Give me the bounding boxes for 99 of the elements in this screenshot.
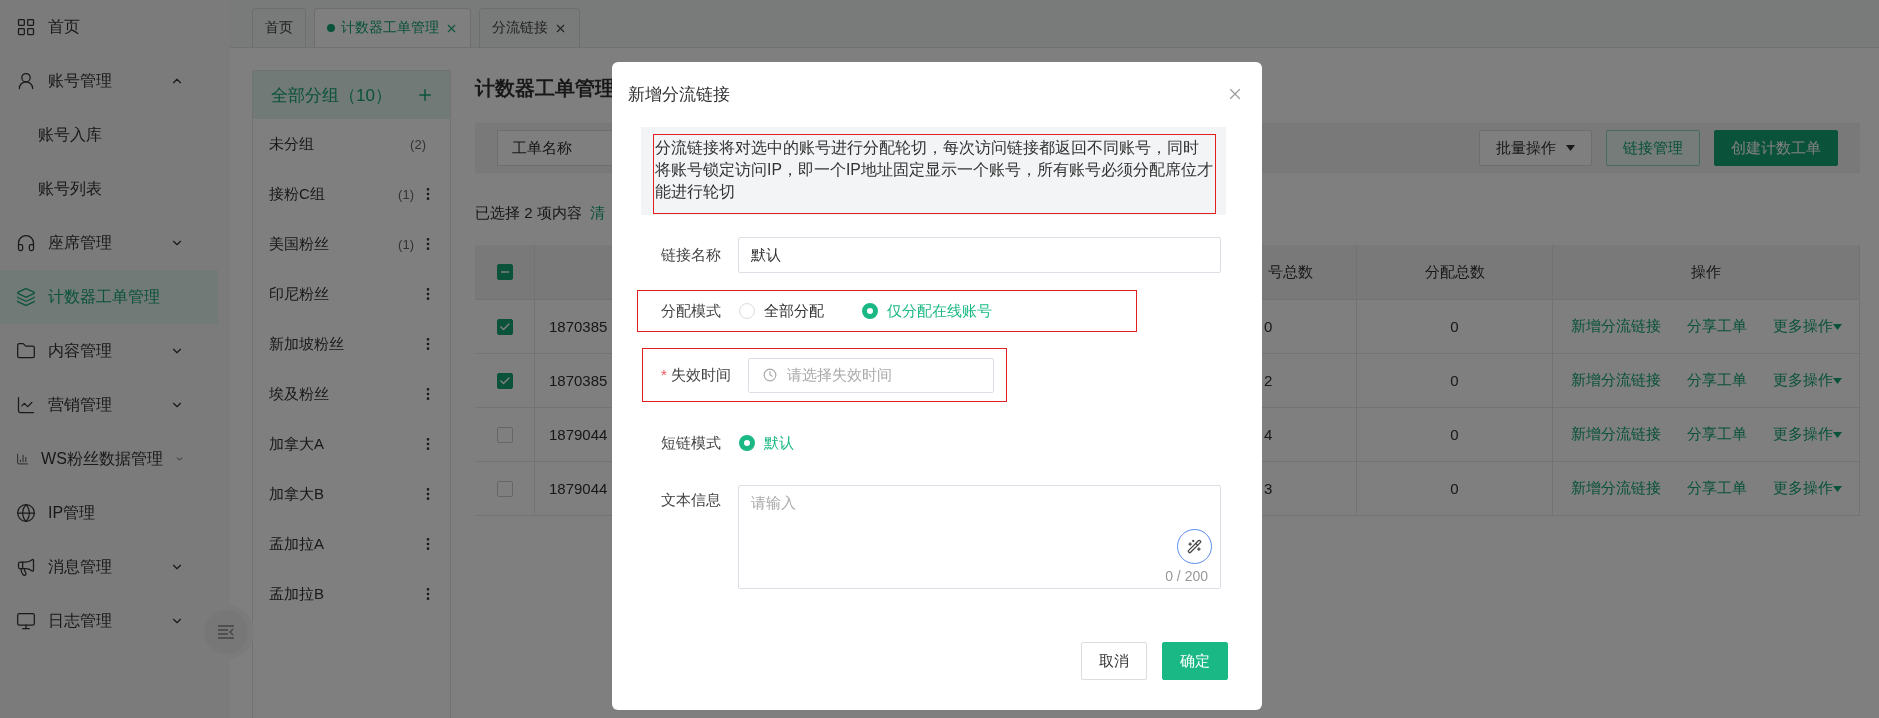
sidebar-item[interactable]: 座席管理 [0,216,218,270]
checkbox[interactable] [496,264,513,280]
group-item[interactable]: 未分组 (2) [253,119,450,169]
field-label: 文本信息 [661,491,722,510]
field-label: 分配模式 [661,301,722,321]
user-icon [16,71,36,91]
action-link[interactable]: 分享工单 [1686,425,1747,444]
radio-option[interactable]: 全部分配 [739,301,824,321]
clear-link[interactable]: 清 [589,203,605,223]
input-field[interactable]: 默认 [738,237,1221,273]
group-item[interactable]: 接粉C组 (1) [253,169,450,219]
tab[interactable]: 首页 [252,8,306,47]
action-link[interactable]: 分享工单 [1686,317,1747,336]
char-counter: 0 / 200 [1165,568,1208,584]
tab[interactable]: 分流链接 [479,8,580,47]
clock-icon [763,368,777,382]
sidebar-item[interactable]: IP管理 [0,486,218,540]
table-cell: 1870385 [549,318,608,335]
caret-icon [1832,323,1842,330]
radio-option[interactable]: 仅分配在线账号 [862,301,992,321]
action-link[interactable]: 新增分流链接 [1570,425,1661,444]
action-link[interactable]: 更多操作 [1772,479,1842,498]
selection-count: 已选择 2 项内容 [475,203,582,223]
dot-icon [327,24,335,32]
sidebar-item[interactable]: WS粉丝数据管理 [0,432,218,486]
sidebar-item[interactable]: 消息管理 [0,540,218,594]
caret-icon [1832,431,1842,438]
sidebar-item[interactable]: 计数器工单管理 [0,270,218,324]
headset-icon [16,233,36,253]
table-cell: 0 [1450,318,1459,335]
sidebar-item[interactable]: 营销管理 [0,378,218,432]
group-item[interactable]: 加拿大B [253,469,450,519]
button[interactable]: 链接管理 [1606,130,1700,166]
action-link[interactable]: 新增分流链接 [1570,479,1661,498]
collapse-icon [217,624,235,640]
checkbox[interactable] [496,480,513,497]
table-cell: 2 [1264,372,1273,389]
line-chart-icon [16,395,36,415]
column-header: 分配总数 [1424,262,1485,282]
text-area[interactable]: 请输入 0 / 200 [738,485,1221,589]
tab[interactable]: 计数器工单管理 [314,8,471,47]
action-link[interactable]: 分享工单 [1686,371,1747,390]
table-cell: 0 [1450,480,1459,497]
group-item[interactable]: 埃及粉丝 [253,369,450,419]
group-item[interactable]: 全部分组（10） [253,71,450,119]
sidebar-subitem[interactable]: 账号列表 [0,162,218,216]
globe-icon [16,503,36,523]
dropdown-button[interactable]: 批量操作 [1479,130,1592,166]
table-cell: 0 [1450,372,1459,389]
magic-wand-icon [1187,539,1202,554]
group-item[interactable]: 加拿大A [253,419,450,469]
group-item[interactable]: 孟加拉B [253,569,450,619]
caret-icon [1566,145,1575,151]
magic-pen-button[interactable] [1177,529,1212,564]
group-item[interactable]: 孟加拉A [253,519,450,569]
column-header: 操作 [1691,262,1721,282]
action-link[interactable]: 新增分流链接 [1570,317,1661,336]
caret-icon [1832,377,1842,384]
date-field[interactable]: 请选择失效时间 [748,357,994,393]
notice-text: 分流链接将对选中的账号进行分配轮切，每次访问链接都返回不同账号，同时将账号锁定访问IP，即一个IP地址固定显示一个账号，所有账号必须分配席位才能进行轮切 [653,134,1216,214]
table-cell: 1879044 [549,426,608,443]
folder-icon [16,341,36,361]
sidebar-subitem[interactable]: 账号入库 [0,108,218,162]
table-cell: 0 [1450,426,1459,443]
checkbox[interactable] [496,426,513,443]
field-label: 链接名称 [661,245,722,265]
confirm-button[interactable]: 确定 [1162,642,1228,680]
check-icon [498,374,511,387]
group-item[interactable]: 美国粉丝 (1) [253,219,450,269]
column-header: 号总数 [1268,262,1313,282]
field-label: * 失效时间 [661,365,732,385]
action-link[interactable]: 分享工单 [1686,479,1747,498]
sidebar-item[interactable]: 内容管理 [0,324,218,378]
sidebar-item[interactable]: 首页 [0,0,218,54]
megaphone-icon [16,557,36,577]
monitor-icon [16,611,36,631]
group-item[interactable]: 印尼粉丝 [253,269,450,319]
caret-icon [1832,485,1842,492]
field-label: 短链模式 [661,433,722,453]
sidebar-item[interactable]: 账号管理 [0,54,218,108]
table-cell: 1879044 [549,480,608,497]
table-cell: 3 [1264,480,1273,497]
checkbox[interactable] [496,372,513,389]
button[interactable]: 创建计数工单 [1714,130,1838,166]
table-cell: 1870385 [549,372,608,389]
layers-icon [16,287,36,307]
action-link[interactable]: 更多操作 [1772,371,1842,390]
action-link[interactable]: 更多操作 [1772,317,1842,336]
radio-option[interactable]: 默认 [739,433,794,453]
action-link[interactable]: 更多操作 [1772,425,1842,444]
action-link[interactable]: 新增分流链接 [1570,371,1661,390]
cancel-button[interactable]: 取消 [1081,642,1147,680]
grid-icon [16,17,36,37]
table-cell: 0 [1264,318,1273,335]
checkbox[interactable] [496,318,513,335]
dialog-title: 新增分流链接 [628,83,731,106]
group-item[interactable]: 新加坡粉丝 [253,319,450,369]
table-cell: 4 [1264,426,1273,443]
check-icon [498,320,511,333]
